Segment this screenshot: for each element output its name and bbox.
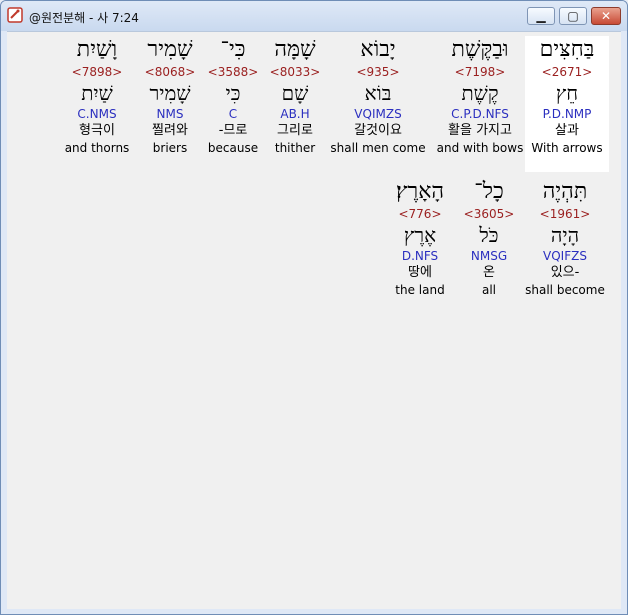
lemma-word: אֶרֶץ — [403, 223, 437, 247]
hebrew-word: יָבוֹא — [360, 37, 396, 62]
korean-gloss: 찔려와 — [152, 123, 188, 138]
close-button[interactable]: ✕ — [591, 7, 621, 25]
strong-number[interactable]: <3605> — [459, 206, 519, 222]
hebrew-word: בַּחִצִּים — [539, 37, 595, 62]
korean-gloss: 갈것이요 — [354, 123, 402, 138]
hebrew-word: וָשַׁיִת — [76, 37, 118, 62]
strong-number[interactable]: <3588> — [205, 64, 261, 80]
korean-gloss: 온 — [483, 265, 495, 280]
strong-number[interactable]: <7198> — [435, 64, 525, 80]
word-cell[interactable]: וָשַׁיִת <7898> שַׁיִת C.NMS 형극이 and tho… — [61, 36, 133, 156]
maximize-icon: ▢ — [567, 9, 579, 23]
korean-gloss: 그리로 — [277, 123, 313, 138]
parse-code: C.NMS — [77, 107, 117, 121]
english-gloss: and with bows — [436, 141, 524, 155]
korean-gloss: 활을 가지고 — [448, 123, 512, 138]
word-cell[interactable]: תִּהְיֶה <1961> הָיָה VQIFZS 있으- shall b… — [521, 178, 609, 298]
english-gloss: because — [207, 141, 259, 155]
parse-code: NMSG — [470, 249, 508, 263]
korean-gloss: 살과 — [555, 123, 579, 138]
lemma-word: שָׁם — [281, 81, 309, 105]
korean-gloss: 있으- — [550, 265, 580, 280]
parse-code: VQIFZS — [543, 249, 587, 263]
word-cell[interactable]: יָבוֹא <935> בּוֹא VQIMZS 갈것이요 shall men… — [329, 36, 427, 156]
parse-code: NMS — [156, 107, 184, 121]
hebrew-word: הָאָרֶץ׃ — [395, 179, 445, 204]
lemma-word: בּוֹא — [364, 81, 392, 105]
english-gloss: all — [481, 283, 497, 297]
maximize-button[interactable]: ▢ — [559, 7, 587, 25]
strong-number[interactable]: <935> — [329, 64, 427, 80]
hebrew-word: כָל־ — [474, 179, 504, 204]
word-cell[interactable]: כָל־ <3605> כֹּל NMSG 온 all — [459, 178, 519, 298]
english-gloss: and thorns — [64, 141, 130, 155]
parse-code: C — [228, 107, 238, 121]
hebrew-word: תִּהְיֶה — [542, 179, 588, 204]
app-icon — [7, 7, 23, 23]
lemma-word: חֵץ — [555, 81, 579, 105]
english-gloss: With arrows — [531, 141, 603, 155]
parse-code: C.P.D.NFS — [451, 107, 509, 121]
lemma-word: שַׁיִת — [81, 81, 113, 105]
lemma-word: קֶשֶׁת — [461, 81, 499, 105]
minimize-icon: ▁ — [536, 9, 546, 23]
hebrew-word: כִּי־ — [220, 37, 246, 62]
word-cell[interactable]: שָׁמָּה <8033> שָׁם AB.H 그리로 thither — [265, 36, 325, 156]
strong-number[interactable]: <7898> — [61, 64, 133, 80]
word-cell[interactable]: בַּחִצִּים <2671> חֵץ P.D.NMP 살과 With ar… — [525, 36, 609, 172]
hebrew-word: וּבַקֶּשֶׁת — [451, 37, 509, 62]
app-window: @원전분해 - 사 7:24 ▁ ▢ ✕ בַּחִצִּים <2671> ח… — [0, 0, 628, 615]
word-cell[interactable]: שָׁמִיר <8068> שָׁמִיר NMS 찔려와 briers — [139, 36, 201, 156]
english-gloss: shall become — [525, 283, 605, 297]
close-icon: ✕ — [600, 9, 612, 23]
english-gloss: the land — [395, 283, 445, 297]
english-gloss: briers — [152, 141, 188, 155]
parse-code: VQIMZS — [354, 107, 402, 121]
strong-number[interactable]: <8033> — [265, 64, 325, 80]
minimize-button[interactable]: ▁ — [527, 7, 555, 25]
lemma-word: כֹּל — [479, 223, 499, 247]
lemma-word: שָׁמִיר — [149, 81, 191, 105]
window-title: @원전분해 - 사 7:24 — [29, 11, 139, 25]
korean-gloss: 땅에 — [408, 265, 432, 280]
parse-code: AB.H — [280, 107, 310, 121]
korean-gloss: -므로 — [218, 123, 248, 138]
english-gloss: thither — [274, 141, 316, 155]
hebrew-word: שָׁמִיר — [147, 37, 193, 62]
word-cell[interactable]: הָאָרֶץ׃ <776> אֶרֶץ D.NFS 땅에 the land — [385, 178, 455, 298]
parse-code: P.D.NMP — [542, 107, 592, 121]
strong-number[interactable]: <776> — [385, 206, 455, 222]
strong-number[interactable]: <1961> — [521, 206, 609, 222]
word-cell[interactable]: כִּי־ <3588> כִּי C -므로 because — [205, 36, 261, 156]
strong-number[interactable]: <8068> — [139, 64, 201, 80]
strong-number[interactable]: <2671> — [525, 64, 609, 80]
verse-panel: בַּחִצִּים <2671> חֵץ P.D.NMP 살과 With ar… — [7, 31, 621, 609]
lemma-word: הָיָה — [550, 223, 580, 247]
title-bar[interactable]: @원전분해 - 사 7:24 ▁ ▢ ✕ — [1, 1, 627, 31]
word-cell[interactable]: וּבַקֶּשֶׁת <7198> קֶשֶׁת C.P.D.NFS 활을 가… — [435, 36, 525, 156]
lemma-word: כִּי — [225, 81, 241, 105]
parse-code: D.NFS — [401, 249, 439, 263]
korean-gloss: 형극이 — [79, 123, 115, 138]
hebrew-word: שָׁמָּה — [274, 37, 316, 62]
english-gloss: shall men come — [330, 141, 426, 155]
